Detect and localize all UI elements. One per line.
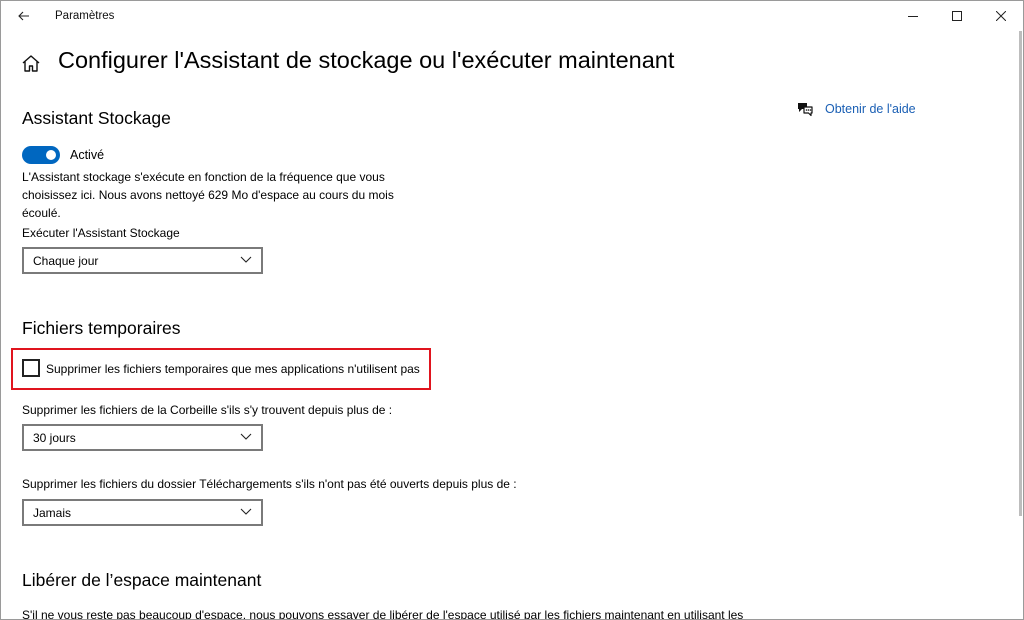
home-icon[interactable] xyxy=(21,54,41,74)
toggle-knob xyxy=(46,150,56,160)
recycle-bin-select[interactable]: 30 jours xyxy=(22,424,263,451)
run-frequency-value: Chaque jour xyxy=(33,253,99,268)
chevron-down-icon xyxy=(240,256,252,263)
back-button[interactable] xyxy=(1,1,47,31)
free-space-description: S'il ne vous reste pas beaucoup d'espace… xyxy=(22,608,744,620)
run-frequency-select[interactable]: Chaque jour xyxy=(22,247,263,274)
minimize-icon xyxy=(908,16,918,17)
help-link-label[interactable]: Obtenir de l'aide xyxy=(825,102,916,116)
close-icon xyxy=(996,11,1006,21)
close-button[interactable] xyxy=(979,1,1023,31)
page-title: Configurer l'Assistant de stockage ou l'… xyxy=(58,47,675,73)
recycle-bin-value: 30 jours xyxy=(33,430,76,445)
chevron-down-icon xyxy=(240,433,252,440)
window-controls xyxy=(891,1,1023,31)
toggle-state-label: Activé xyxy=(70,148,105,162)
chat-help-icon xyxy=(798,103,813,117)
section-title-free-space: Libérer de l’espace maintenant xyxy=(22,570,262,590)
section-title-storage-sense: Assistant Stockage xyxy=(22,108,171,128)
storage-sense-toggle[interactable] xyxy=(22,146,60,164)
maximize-button[interactable] xyxy=(935,1,979,31)
arrow-left-icon xyxy=(18,11,29,21)
downloads-select[interactable]: Jamais xyxy=(22,499,263,526)
chevron-down-icon xyxy=(240,508,252,515)
window-title: Paramètres xyxy=(55,10,115,22)
minimize-button[interactable] xyxy=(891,1,935,31)
delete-temp-files-label[interactable]: Supprimer les fichiers temporaires que m… xyxy=(46,362,420,376)
run-frequency-label: Exécuter l'Assistant Stockage xyxy=(22,226,180,240)
downloads-value: Jamais xyxy=(33,505,72,520)
get-help-link[interactable]: Obtenir de l'aide xyxy=(796,101,916,117)
maximize-icon xyxy=(952,11,962,21)
title-bar: Paramètres xyxy=(1,1,1023,31)
scrollbar[interactable] xyxy=(1019,31,1022,516)
section-title-temp-files: Fichiers temporaires xyxy=(22,318,181,338)
delete-temp-files-checkbox[interactable] xyxy=(22,359,40,377)
storage-sense-description: L'Assistant stockage s'exécute en foncti… xyxy=(22,170,394,220)
recycle-bin-label: Supprimer les fichiers de la Corbeille s… xyxy=(22,403,393,417)
downloads-label: Supprimer les fichiers du dossier Téléch… xyxy=(22,477,517,491)
settings-window: Paramètres Configurer l'Assistant de sto… xyxy=(0,0,1024,620)
